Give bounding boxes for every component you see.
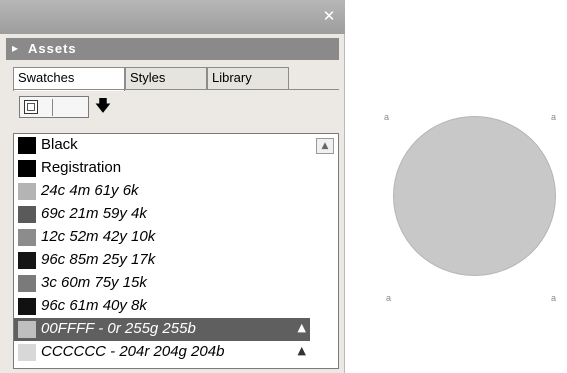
swatch-label: 96c 61m 40y 8k — [41, 297, 147, 314]
fill-stroke-selector[interactable] — [19, 96, 89, 118]
swatch-color-chip — [18, 137, 36, 154]
swatch-row[interactable]: 96c 61m 40y 8k — [14, 295, 310, 318]
swatch-row[interactable]: 12c 52m 42y 10k — [14, 226, 310, 249]
apply-down-arrow-icon[interactable]: 🡇 — [93, 95, 113, 117]
swatch-label: CCCCCC - 204r 204g 204b — [41, 343, 225, 360]
corner-handle[interactable]: a — [551, 293, 556, 303]
swatch-row[interactable]: Black — [14, 134, 310, 157]
swatch-color-chip — [18, 229, 36, 246]
swatch-color-chip — [18, 275, 36, 292]
swatch-label: 3c 60m 75y 15k — [41, 274, 147, 291]
swatch-label: 12c 52m 42y 10k — [41, 228, 156, 245]
tab-styles[interactable]: Styles — [125, 67, 207, 89]
selector-divider — [52, 99, 53, 116]
swatch-row[interactable]: CCCCCC - 204r 204g 204b ▲ — [14, 341, 310, 364]
close-icon[interactable]: ✕ — [319, 6, 339, 26]
swatch-label: 69c 21m 59y 4k — [41, 205, 147, 222]
swatch-color-chip — [18, 252, 36, 269]
swatches-toolbar: 🡇 — [13, 93, 339, 121]
swatch-row[interactable]: Registration — [14, 157, 310, 180]
web-safe-color-icon: ▲ — [297, 321, 306, 334]
swatch-list[interactable]: ▲ Black Registration 24c 4m 61y 6k 69c 21m … — [13, 133, 339, 369]
assets-panel: ✕ ▸ Assets Swatches Styles Library 🡇 ▲ B… — [0, 0, 345, 373]
corner-handle[interactable]: a — [551, 112, 556, 122]
tab-library[interactable]: Library — [207, 67, 289, 89]
swatch-color-chip — [18, 321, 36, 338]
panel-titlebar[interactable]: ✕ — [0, 0, 345, 34]
swatch-color-chip — [18, 183, 36, 200]
swatch-color-chip — [18, 160, 36, 177]
panel-title: Assets — [28, 41, 77, 56]
swatch-row[interactable]: 3c 60m 75y 15k — [14, 272, 310, 295]
swatch-row[interactable]: 00FFFF - 0r 255g 255b ▲ — [14, 318, 310, 341]
swatch-row[interactable]: 96c 85m 25y 17k — [14, 249, 310, 272]
tab-bar: Swatches Styles Library — [13, 67, 293, 91]
scroll-up-button[interactable]: ▲ — [316, 138, 334, 154]
swatch-label: 96c 85m 25y 17k — [41, 251, 156, 268]
circle-shape[interactable] — [393, 116, 556, 276]
web-safe-color-icon: ▲ — [297, 344, 306, 357]
tab-swatches[interactable]: Swatches — [13, 67, 125, 91]
collapse-caret-icon[interactable]: ▸ — [12, 41, 18, 55]
swatch-color-chip — [18, 344, 36, 361]
panel-header[interactable]: ▸ Assets — [6, 38, 339, 60]
document-canvas[interactable]: a a a a — [346, 0, 567, 373]
swatch-label: Black — [41, 136, 78, 153]
corner-handle[interactable]: a — [384, 112, 389, 122]
swatch-row[interactable]: 24c 4m 61y 6k — [14, 180, 310, 203]
fill-square-icon[interactable] — [24, 100, 38, 114]
swatch-color-chip — [18, 206, 36, 223]
swatch-color-chip — [18, 298, 36, 315]
swatch-label: Registration — [41, 159, 122, 176]
tab-divider — [13, 89, 339, 90]
swatch-row[interactable]: 69c 21m 59y 4k — [14, 203, 310, 226]
swatch-label: 00FFFF - 0r 255g 255b — [41, 320, 196, 337]
corner-handle[interactable]: a — [386, 293, 391, 303]
swatch-label: 24c 4m 61y 6k — [41, 182, 139, 199]
